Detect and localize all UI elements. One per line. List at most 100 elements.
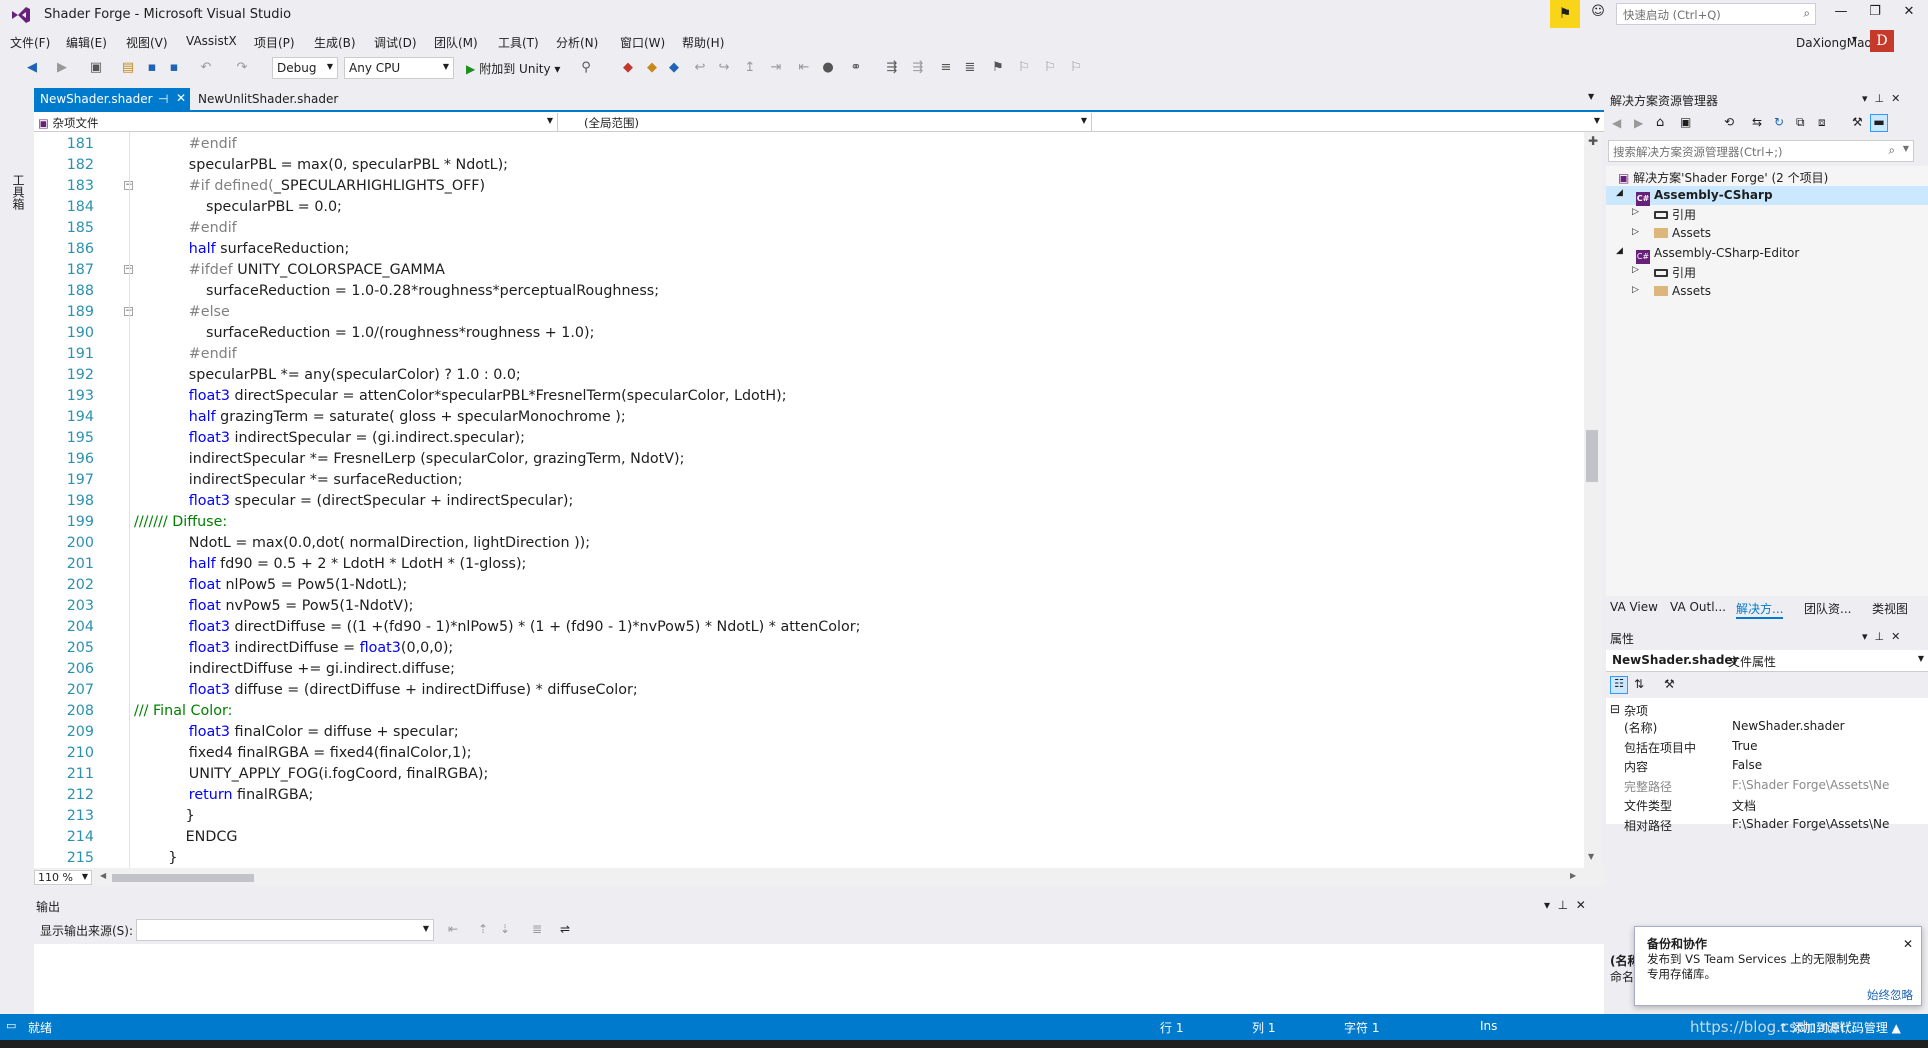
- scroll-left-icon[interactable]: ◀: [100, 871, 106, 880]
- menu-window[interactable]: 窗口(W): [620, 34, 665, 51]
- code-line[interactable]: 201 half fd90 = 0.5 + 2 * LdotH * LdotH *…: [34, 554, 1586, 575]
- se-forward-icon[interactable]: ▶: [1634, 116, 1643, 130]
- save-all-icon[interactable]: ▪: [164, 58, 184, 78]
- breakpoint-icon[interactable]: ●: [818, 58, 838, 78]
- property-row[interactable]: 内容 False: [1606, 756, 1928, 775]
- menu-help[interactable]: 帮助(H): [682, 34, 724, 51]
- solution-explorer-controls[interactable]: ▾ ⊥ ✕: [1862, 92, 1900, 105]
- se-back-icon[interactable]: ◀: [1612, 116, 1621, 130]
- property-row[interactable]: 包括在项目中 True: [1606, 737, 1928, 756]
- comment-icon[interactable]: ⇶: [882, 58, 902, 78]
- code-line[interactable]: 215}: [34, 848, 1586, 868]
- code-line[interactable]: 213}: [34, 806, 1586, 827]
- preview-icon[interactable]: ▬: [1870, 114, 1888, 132]
- tab-va-view[interactable]: VA View: [1610, 600, 1658, 614]
- attach-unity-button[interactable]: ▶ 附加到 Unity ▾: [466, 60, 560, 77]
- quick-launch-input[interactable]: 快速启动 (Ctrl+Q) ⌕: [1616, 3, 1816, 25]
- find-in-output-icon[interactable]: ⇤: [448, 922, 458, 936]
- menu-debug[interactable]: 调试(D): [374, 34, 417, 51]
- code-line[interactable]: 190 surfaceReduction = 1.0/(roughness*rou…: [34, 323, 1586, 344]
- close-button[interactable]: ✕: [1894, 4, 1924, 26]
- menu-view[interactable]: 视图(V): [126, 34, 168, 51]
- tool-icon-c[interactable]: ◆: [664, 58, 684, 78]
- close-tab-icon[interactable]: ✕: [176, 91, 186, 105]
- tree-project-assembly-csharp-editor[interactable]: C# Assembly-CSharp-Editor: [1636, 246, 1799, 264]
- scroll-down-icon[interactable]: ▼: [1588, 852, 1594, 861]
- outdent-icon[interactable]: ≣: [960, 58, 980, 78]
- code-line[interactable]: 195 float3 indirectSpecular = (gi.indirec…: [34, 428, 1586, 449]
- code-line[interactable]: 185 #endif: [34, 218, 1586, 239]
- tab-class-view[interactable]: 类视图: [1872, 600, 1908, 617]
- code-line[interactable]: 212 return finalRGBA;: [34, 785, 1586, 806]
- tree-assets-1[interactable]: Assets: [1654, 226, 1711, 240]
- property-pages-icon[interactable]: ⚒: [1664, 677, 1675, 691]
- menu-file[interactable]: 文件(F): [10, 34, 50, 51]
- code-line[interactable]: 184 specularPBL = 0.0;: [34, 197, 1586, 218]
- undo-icon[interactable]: ↶: [196, 58, 216, 78]
- maximize-button[interactable]: ❐: [1860, 4, 1890, 26]
- properties-controls[interactable]: ▾ ⊥ ✕: [1862, 630, 1900, 643]
- editor-vertical-scroll-thumb[interactable]: [1586, 430, 1598, 482]
- property-row[interactable]: 文件类型 文档: [1606, 795, 1928, 814]
- code-line[interactable]: 181 #endif: [34, 134, 1586, 155]
- code-line[interactable]: 211 UNITY_APPLY_FOG(i.fogCoord, finalRGBA…: [34, 764, 1586, 785]
- tool-icon-a[interactable]: ◆: [618, 58, 638, 78]
- menu-project[interactable]: 项目(P): [254, 34, 295, 51]
- open-file-icon[interactable]: ▤: [118, 58, 138, 78]
- views-icon[interactable]: ▣: [1680, 115, 1691, 129]
- prev-message-icon[interactable]: ⇡: [478, 922, 488, 936]
- next-bookmark-icon[interactable]: ⚐: [1040, 58, 1060, 78]
- code-line[interactable]: 200 NdotL = max(0.0,dot( normalDirection,…: [34, 533, 1586, 554]
- toast-ignore-link[interactable]: 始终忽略: [1867, 987, 1913, 1003]
- categorized-icon[interactable]: ☷: [1610, 676, 1628, 694]
- editor-horizontal-scrollbar[interactable]: [34, 868, 1604, 886]
- code-line[interactable]: 191 #endif: [34, 344, 1586, 365]
- tab-team-explorer[interactable]: 团队资...: [1804, 600, 1851, 617]
- output-text-area[interactable]: [34, 944, 1604, 1014]
- user-chevron-icon[interactable]: ▾: [1852, 34, 1857, 45]
- collapse-arrow-icon[interactable]: ▷: [1632, 265, 1639, 275]
- tab-va-outline[interactable]: VA Outl...: [1670, 600, 1726, 614]
- expand-arrow-icon[interactable]: ◢: [1616, 188, 1623, 198]
- split-editor-icon[interactable]: ✚: [1588, 134, 1598, 148]
- collapse-arrow-icon[interactable]: ▷: [1632, 207, 1639, 217]
- step-out-icon[interactable]: ↥: [740, 58, 760, 78]
- code-line[interactable]: 187−#ifdef UNITY_COLORSPACE_GAMMA: [34, 260, 1586, 281]
- user-name[interactable]: DaXiongMao: [1796, 36, 1872, 50]
- code-line[interactable]: 198 float3 specular = (directSpecular + i…: [34, 491, 1586, 512]
- code-line[interactable]: 193 float3 directSpecular = attenColor*sp…: [34, 386, 1586, 407]
- list-icon[interactable]: ≡: [936, 58, 956, 78]
- tree-references-2[interactable]: 引用: [1654, 264, 1696, 281]
- word-wrap-icon[interactable]: ⇌: [560, 922, 570, 936]
- property-row[interactable]: 相对路径 F:\Shader Forge\Assets\Ne: [1606, 815, 1928, 834]
- code-line[interactable]: 214 ENDCG: [34, 827, 1586, 848]
- format-icon[interactable]: ⇤: [794, 58, 814, 78]
- collapse-arrow-icon[interactable]: ▷: [1632, 227, 1639, 237]
- close-icon[interactable]: ✕: [1903, 937, 1913, 951]
- avatar[interactable]: D: [1870, 30, 1894, 52]
- code-line[interactable]: 205 float3 indirectDiffuse = float3(0,0,0…: [34, 638, 1586, 659]
- category-collapse-icon[interactable]: ⊟: [1610, 702, 1620, 716]
- find-icon[interactable]: ⚲: [576, 58, 596, 78]
- configuration-select[interactable]: Debug ▼: [272, 57, 338, 79]
- properties-wrench-icon[interactable]: ⚒: [1852, 115, 1863, 129]
- tree-assets-2[interactable]: Assets: [1654, 284, 1711, 298]
- code-line[interactable]: 207 float3 diffuse = (directDiffuse + ind…: [34, 680, 1586, 701]
- tree-project-assembly-csharp[interactable]: C# Assembly-CSharp: [1636, 188, 1773, 206]
- tab-solution-explorer[interactable]: 解决方...: [1736, 600, 1784, 619]
- code-line[interactable]: 203 float nvPow5 = Pow5(1-NdotV);: [34, 596, 1586, 617]
- code-line[interactable]: 197 indirectSpecular *= surfaceReduction;: [34, 470, 1586, 491]
- prev-bookmark-icon[interactable]: ⚐: [1014, 58, 1034, 78]
- property-row[interactable]: 完整路径 F:\Shader Forge\Assets\Ne: [1606, 776, 1928, 795]
- back-icon[interactable]: ◀: [22, 58, 42, 78]
- code-line[interactable]: 188 surfaceReduction = 1.0-0.28*roughness…: [34, 281, 1586, 302]
- code-line[interactable]: 194 half grazingTerm = saturate( gloss + …: [34, 407, 1586, 428]
- code-line[interactable]: 182 specularPBL = max(0, specularPBL * Nd…: [34, 155, 1586, 176]
- pin-icon[interactable]: ⊣: [158, 92, 168, 106]
- menu-analyze[interactable]: 分析(N): [556, 34, 598, 51]
- refresh-icon[interactable]: ↻: [1774, 115, 1784, 129]
- code-line[interactable]: 196 indirectSpecular *= FresnelLerp (spec…: [34, 449, 1586, 470]
- minimize-button[interactable]: —: [1826, 4, 1856, 26]
- code-line[interactable]: 204 float3 directDiffuse = ((1 +(fd90 - 1…: [34, 617, 1586, 638]
- redo-icon[interactable]: ↷: [232, 58, 252, 78]
